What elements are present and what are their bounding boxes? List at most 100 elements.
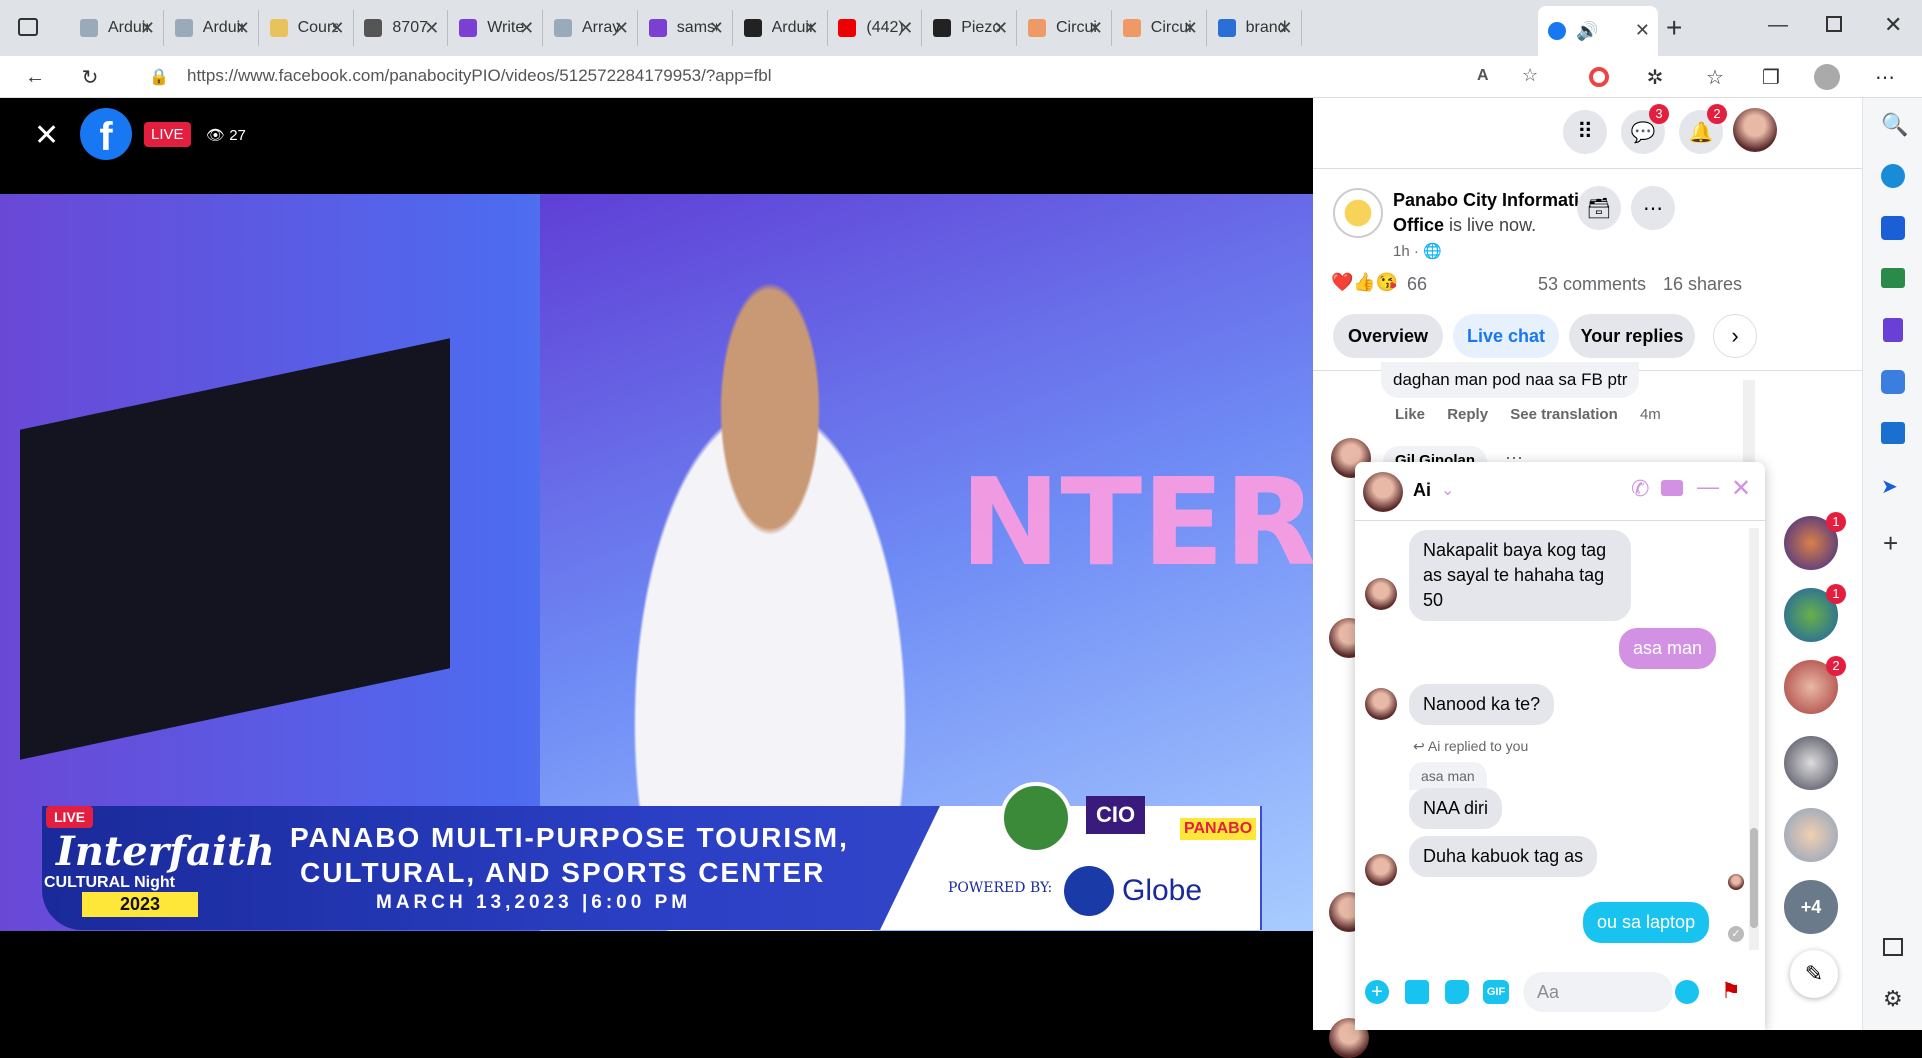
- chat-contact-avatar[interactable]: [1363, 472, 1403, 512]
- see-translation-link[interactable]: See translation: [1510, 406, 1618, 423]
- split-screen-icon[interactable]: [1883, 938, 1903, 956]
- tab-close-icon[interactable]: ✕: [235, 18, 250, 39]
- tools-icon[interactable]: [1881, 268, 1905, 288]
- tab-close-icon[interactable]: ✕: [330, 18, 345, 39]
- post-time[interactable]: 1h · 🌐: [1393, 242, 1442, 260]
- call-icon[interactable]: ✆: [1631, 476, 1649, 502]
- tab-close-icon[interactable]: ✕: [898, 18, 913, 39]
- tab-close-icon[interactable]: ✕: [709, 18, 724, 39]
- tab-actions-icon[interactable]: [18, 18, 38, 36]
- read-aloud-icon[interactable]: A: [1477, 67, 1489, 85]
- add-favorite-icon[interactable]: ☆: [1522, 65, 1538, 86]
- back-arrow-icon[interactable]: ←: [20, 62, 50, 92]
- lock-icon[interactable]: 🔒: [149, 67, 169, 87]
- tab-close-icon[interactable]: ✕: [993, 18, 1008, 39]
- settings-gear-icon[interactable]: ⚙: [1883, 986, 1903, 1012]
- send-icon[interactable]: ➤: [1881, 474, 1898, 499]
- tab-close-icon[interactable]: ✕: [424, 18, 439, 39]
- browser-tab[interactable]: Write ✕: [449, 10, 544, 46]
- tab-close-icon[interactable]: ✕: [804, 18, 819, 39]
- account-avatar[interactable]: [1733, 108, 1777, 152]
- browser-tab[interactable]: (442) ✕: [828, 10, 923, 46]
- refresh-icon[interactable]: ↻: [75, 62, 105, 92]
- archive-icon[interactable]: 🗃: [1577, 186, 1621, 230]
- tab-close-icon[interactable]: ✕: [614, 18, 629, 39]
- chat-contact-name[interactable]: Ai: [1413, 480, 1431, 501]
- close-window-button[interactable]: ✕: [1884, 12, 1902, 38]
- menu-grid-icon[interactable]: ⠿: [1563, 110, 1607, 154]
- browser-tab[interactable]: Array ✕: [544, 10, 638, 46]
- browser-tab[interactable]: Piezo ✕: [923, 10, 1018, 46]
- tab-close-icon[interactable]: ✕: [1278, 18, 1293, 39]
- close-chat-icon[interactable]: ✕: [1731, 474, 1751, 503]
- page-avatar[interactable]: [1333, 188, 1383, 238]
- speaker-icon[interactable]: 🔊: [1576, 21, 1598, 42]
- emoji-icon[interactable]: [1675, 980, 1699, 1004]
- browser-tab[interactable]: Circuit✕: [1018, 10, 1112, 46]
- more-contacts-button[interactable]: +4: [1782, 878, 1840, 936]
- quick-reaction-icon[interactable]: ⚑: [1721, 978, 1741, 1004]
- like-link[interactable]: Like: [1395, 406, 1425, 423]
- tab-your-replies[interactable]: Your replies: [1569, 314, 1695, 358]
- browser-tab[interactable]: Arduino✕: [70, 10, 164, 46]
- contact-avatar-5[interactable]: [1782, 806, 1840, 864]
- more-options-icon[interactable]: ⋯: [1631, 186, 1675, 230]
- browser-tab[interactable]: Course✕: [260, 10, 354, 46]
- favorites-icon[interactable]: ☆: [1700, 62, 1730, 92]
- tab-close-icon[interactable]: ✕: [1183, 18, 1198, 39]
- shares-count[interactable]: 16 shares: [1663, 274, 1742, 295]
- tab-close-icon[interactable]: ✕: [1635, 20, 1650, 41]
- reactions-count[interactable]: 66: [1407, 274, 1427, 295]
- shopping-icon[interactable]: [1881, 216, 1905, 240]
- search-icon[interactable]: 🔍: [1881, 112, 1908, 138]
- more-menu-icon[interactable]: ⋯: [1870, 62, 1900, 92]
- new-tab-button[interactable]: +: [1666, 12, 1682, 44]
- message-them-1[interactable]: Nakapalit baya kog tag as sayal te hahah…: [1409, 530, 1631, 621]
- address-bar[interactable]: 🔒 https://www.facebook.com/panabocityPIO…: [126, 58, 1562, 94]
- contact-avatar-4[interactable]: [1782, 734, 1840, 792]
- minimize-window-button[interactable]: —: [1768, 14, 1788, 37]
- message-me-1[interactable]: asa man: [1619, 628, 1717, 669]
- tab-close-icon[interactable]: ✕: [140, 18, 155, 39]
- new-message-icon[interactable]: ✎: [1790, 950, 1838, 998]
- message-them-3[interactable]: NAA diri: [1409, 788, 1503, 829]
- profile-avatar[interactable]: [1812, 62, 1842, 92]
- message-them-2[interactable]: Nanood ka te?: [1409, 684, 1555, 725]
- browser-tab[interactable]: brand ✕: [1208, 10, 1302, 46]
- reaction-icons[interactable]: ❤️👍😘: [1331, 272, 1398, 293]
- add-attachment-icon[interactable]: +: [1365, 980, 1389, 1004]
- video-call-icon[interactable]: [1661, 480, 1683, 496]
- office-icon[interactable]: [1881, 370, 1905, 394]
- restore-window-button[interactable]: [1826, 16, 1842, 32]
- extensions-puzzle-icon[interactable]: ✲: [1640, 62, 1670, 92]
- sticker-icon[interactable]: [1445, 980, 1469, 1004]
- tab-facebook-active[interactable]: 🔊 ✕: [1538, 6, 1658, 56]
- collections-icon[interactable]: ❐: [1756, 62, 1786, 92]
- tab-close-icon[interactable]: ✕: [1088, 18, 1103, 39]
- url-text[interactable]: https://www.facebook.com/panabocityPIO/v…: [187, 66, 772, 86]
- games-icon[interactable]: [1883, 318, 1903, 342]
- chat-scrollbar[interactable]: [1749, 528, 1759, 950]
- browser-tab[interactable]: 8707 ✕: [354, 10, 449, 46]
- gif-icon[interactable]: GIF: [1483, 980, 1509, 1004]
- browser-tab[interactable]: samsung✕: [639, 10, 733, 46]
- chat-dropdown-icon[interactable]: ⌄: [1441, 480, 1454, 500]
- minimize-chat-icon[interactable]: —: [1697, 474, 1719, 500]
- message-me-2[interactable]: ou sa laptop: [1583, 902, 1710, 943]
- tab-close-icon[interactable]: ✕: [519, 18, 534, 39]
- browser-tab[interactable]: Arduino✕: [734, 10, 828, 46]
- close-video-icon[interactable]: ✕: [34, 118, 59, 153]
- tabs-next-icon[interactable]: ›: [1713, 314, 1757, 358]
- message-them-4[interactable]: Duha kabuok tag as: [1409, 836, 1598, 877]
- bing-icon[interactable]: [1881, 164, 1905, 188]
- extension-color-icon[interactable]: [1584, 62, 1614, 92]
- tab-overview[interactable]: Overview: [1333, 314, 1443, 358]
- browser-tab[interactable]: Arduino✕: [165, 10, 259, 46]
- browser-tab[interactable]: Circuit✕: [1113, 10, 1207, 46]
- reply-link[interactable]: Reply: [1447, 406, 1488, 423]
- message-input[interactable]: Aa: [1523, 972, 1673, 1012]
- comments-count[interactable]: 53 comments: [1538, 274, 1646, 295]
- add-sidebar-icon[interactable]: +: [1883, 528, 1898, 559]
- facebook-logo-icon[interactable]: f: [80, 108, 132, 160]
- photo-icon[interactable]: [1405, 980, 1429, 1004]
